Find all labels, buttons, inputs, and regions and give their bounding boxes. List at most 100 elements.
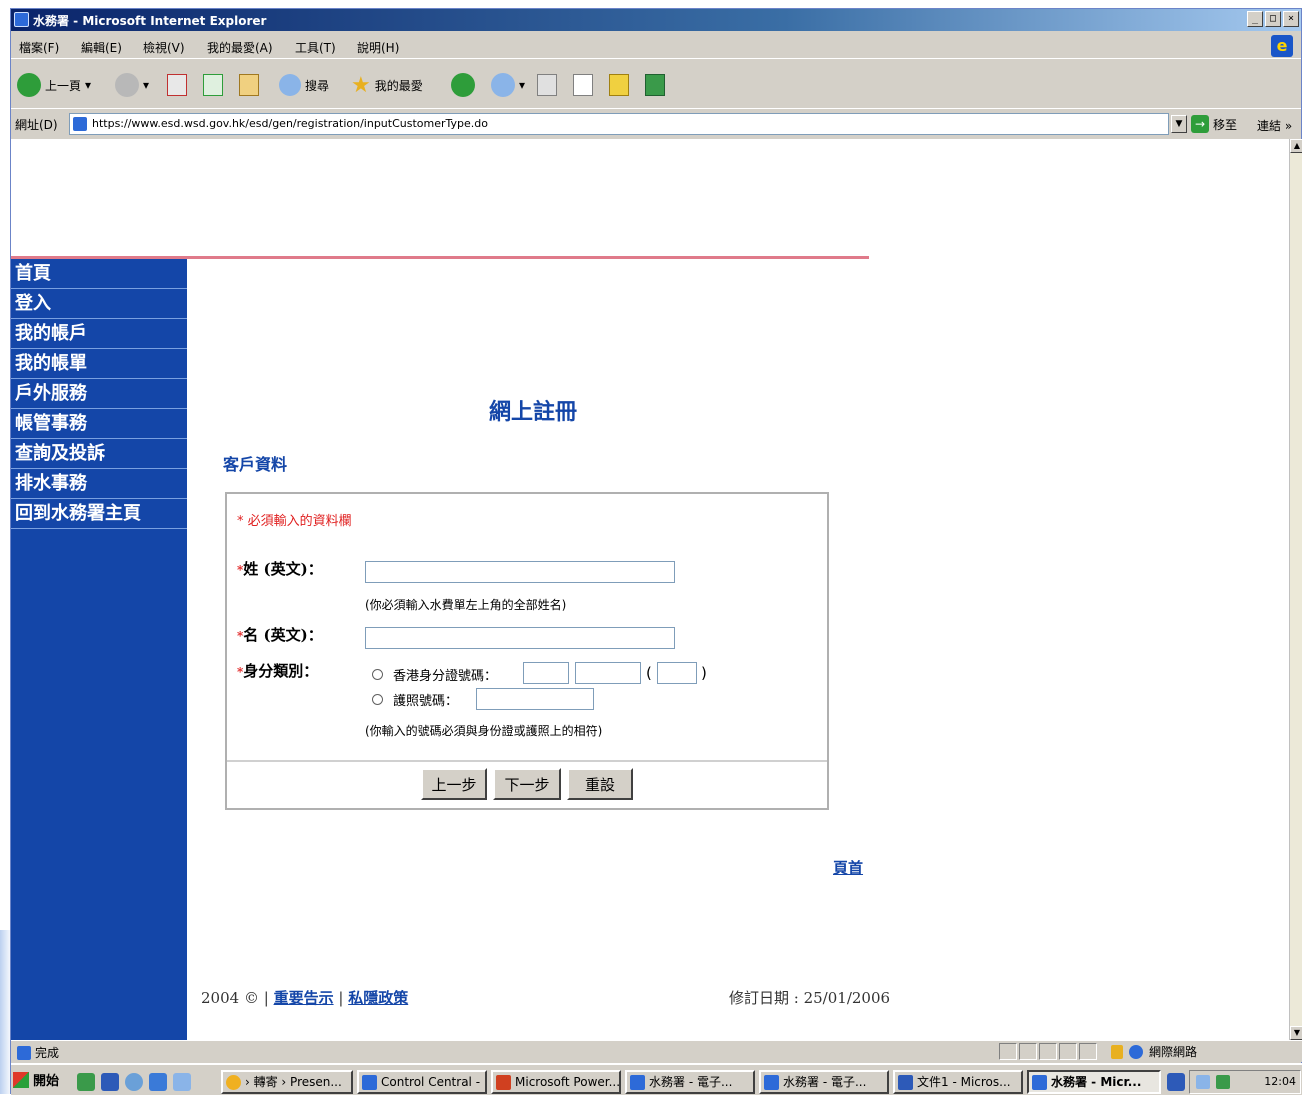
messenger-button[interactable] (645, 71, 665, 99)
taskbar-item-label: 文件1 - Micros... (917, 1075, 1011, 1089)
menu-help[interactable]: 說明(H) (357, 39, 399, 56)
chevron-down-icon[interactable]: ▾ (519, 78, 525, 92)
excel-quicklaunch-icon[interactable] (77, 1073, 95, 1091)
reset-button[interactable]: 重設 (567, 768, 633, 800)
status-cell (1079, 1043, 1097, 1060)
sidebar-item-home[interactable]: 首頁 (11, 259, 187, 289)
menu-favorites[interactable]: 我的最愛(A) (207, 39, 273, 56)
search-label: 搜尋 (305, 78, 330, 93)
important-notice-link[interactable]: 重要告示 (274, 989, 334, 1007)
minimize-button[interactable]: _ (1247, 11, 1263, 27)
print-button[interactable] (537, 71, 557, 99)
menu-file[interactable]: 檔案(F) (19, 39, 59, 56)
maximize-button[interactable]: □ (1265, 11, 1281, 27)
address-dropdown[interactable]: ▼ (1171, 115, 1187, 133)
prev-button[interactable]: 上一步 (421, 768, 487, 800)
sidebar-item-my-account[interactable]: 我的帳戶 (11, 319, 187, 349)
desktop-quicklaunch-icon[interactable] (173, 1073, 191, 1091)
hkid-prefix-input[interactable] (523, 662, 569, 684)
clock[interactable]: 12:04 (1264, 1075, 1296, 1088)
zone-label: 網際網路 (1149, 1045, 1198, 1059)
taskbar-item[interactable]: Microsoft Power... (491, 1070, 621, 1094)
messenger-icon (645, 74, 665, 96)
sidebar-item-wsd-home[interactable]: 回到水務署主頁 (11, 499, 187, 529)
status-cells (999, 1043, 1097, 1060)
links-button[interactable]: 連結 » (1257, 117, 1292, 134)
back-button[interactable]: 上一頁 ▾ (17, 71, 91, 99)
hkid-label: 香港身分證號碼： (393, 669, 498, 684)
outlook-quicklaunch-icon[interactable] (149, 1073, 167, 1091)
taskbar-item[interactable]: 水務署 - 電子... (759, 1070, 889, 1094)
folder-button[interactable] (609, 71, 629, 99)
menu-edit[interactable]: 編輯(E) (81, 39, 122, 56)
taskbar-item[interactable]: Control Central - ... (357, 1070, 487, 1094)
forward-button[interactable]: ▾ (115, 71, 149, 99)
taskbar-item[interactable]: › 轉寄 › Presen... (221, 1070, 353, 1094)
registration-form: * 必須輸入的資料欄 *姓 (英文)： (你必須輸入水費單左上角的全部姓名) *… (225, 492, 829, 810)
chevron-down-icon[interactable]: ▾ (85, 78, 91, 92)
passport-input[interactable] (476, 688, 594, 710)
start-button[interactable]: 開始 (13, 1070, 59, 1089)
hkid-radio[interactable] (372, 669, 383, 680)
edit-icon (573, 74, 593, 96)
surname-input[interactable] (365, 561, 675, 583)
page-icon (17, 1045, 31, 1060)
ie-quicklaunch-icon[interactable] (125, 1073, 143, 1091)
stop-button[interactable] (167, 71, 187, 99)
go-button[interactable]: → 移至 (1191, 115, 1237, 133)
taskbar-item[interactable]: 文件1 - Micros... (893, 1070, 1023, 1094)
print-icon (537, 74, 557, 96)
menu-view[interactable]: 檢視(V) (143, 39, 185, 56)
passport-radio[interactable] (372, 694, 383, 705)
ie-window-icon[interactable] (14, 12, 29, 27)
given-name-label-text: 名 (英文)： (243, 626, 323, 644)
page-icon (73, 117, 87, 131)
vertical-scrollbar[interactable]: ▲ ▼ (1289, 139, 1302, 1040)
address-input[interactable]: https://www.esd.wsd.gov.hk/esd/gen/regis… (69, 113, 1169, 135)
status-bar: 完成 網際網路 (11, 1040, 1302, 1062)
status-cell (999, 1043, 1017, 1060)
sidebar-item-drainage[interactable]: 排水事務 (11, 469, 187, 499)
word-icon (898, 1075, 913, 1090)
sidebar-item-account-affairs[interactable]: 帳管事務 (11, 409, 187, 439)
scroll-up-icon[interactable]: ▲ (1290, 139, 1302, 153)
chevron-down-icon[interactable]: ▾ (143, 78, 149, 92)
close-button[interactable]: × (1283, 11, 1299, 27)
page-top-link[interactable]: 頁首 (833, 857, 863, 878)
status-cell (1059, 1043, 1077, 1060)
refresh-button[interactable] (203, 71, 223, 99)
network-icon[interactable] (1216, 1075, 1230, 1089)
sidebar-item-login[interactable]: 登入 (11, 289, 187, 319)
word-tray-icon[interactable] (1167, 1073, 1185, 1091)
footer-separator: | (338, 989, 349, 1007)
go-icon: → (1191, 115, 1209, 133)
scroll-down-icon[interactable]: ▼ (1290, 1026, 1302, 1040)
taskbar-item[interactable]: 水務署 - 電子... (625, 1070, 755, 1094)
history-icon (451, 73, 475, 97)
search-button[interactable]: 搜尋 (279, 71, 329, 99)
favorites-button[interactable]: ★ 我的最愛 (351, 71, 423, 99)
browser-window: 水務署 - Microsoft Internet Explorer _ □ × … (10, 8, 1302, 1095)
sidebar-item-outdoor-services[interactable]: 戶外服務 (11, 379, 187, 409)
edit-button[interactable] (573, 71, 593, 99)
stop-icon (167, 74, 187, 96)
next-button[interactable]: 下一步 (493, 768, 561, 800)
sidebar-item-my-bills[interactable]: 我的帳單 (11, 349, 187, 379)
mail-button[interactable]: ▾ (491, 71, 525, 99)
given-name-input[interactable] (365, 627, 675, 649)
menu-tools[interactable]: 工具(T) (295, 39, 336, 56)
hkid-number-input[interactable] (575, 662, 641, 684)
home-button[interactable] (239, 71, 259, 99)
history-button[interactable] (451, 71, 475, 99)
word-quicklaunch-icon[interactable] (101, 1073, 119, 1091)
hkid-check-digit-input[interactable] (657, 662, 697, 684)
page-viewport: 首頁 登入 我的帳戶 我的帳單 戶外服務 帳管事務 查詢及投訴 排水事務 回到水… (11, 139, 1289, 1040)
taskbar-item-label: › 轉寄 › Presen... (245, 1075, 342, 1089)
taskbar-item-active[interactable]: 水務署 - Micr... (1027, 1070, 1161, 1094)
privacy-policy-link[interactable]: 私隱政策 (348, 989, 408, 1007)
ie-logo-icon: e (1271, 35, 1293, 57)
sidebar-item-enquiries[interactable]: 查詢及投訴 (11, 439, 187, 469)
globe-icon (1129, 1044, 1143, 1059)
volume-icon[interactable] (1196, 1075, 1210, 1089)
back-icon (17, 73, 41, 97)
